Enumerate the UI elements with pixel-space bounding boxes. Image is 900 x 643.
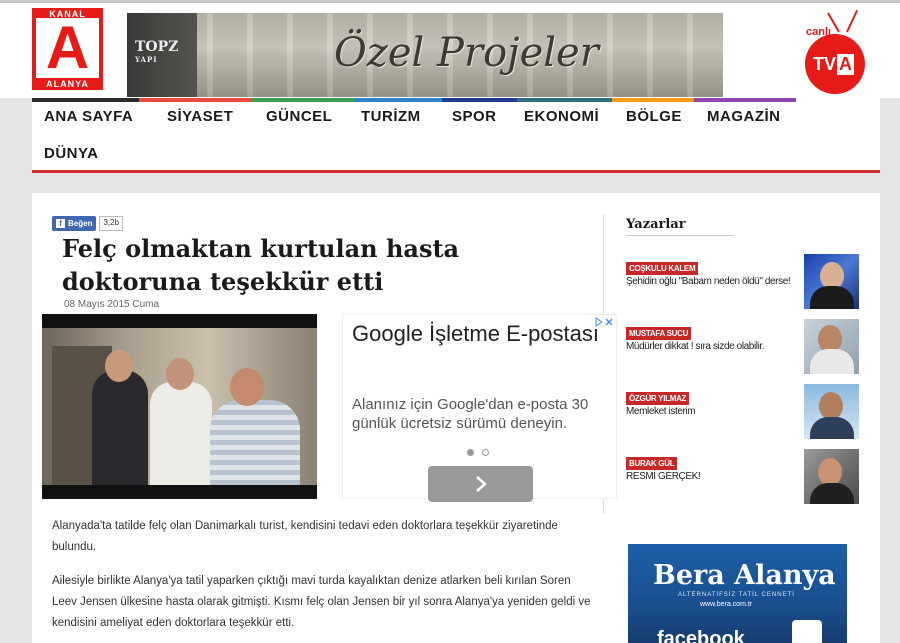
banner-title: Özel Projeler bbox=[334, 30, 599, 76]
like-label: Beğen bbox=[68, 219, 93, 228]
live-tv-logo[interactable]: canlı TV A bbox=[800, 8, 870, 96]
writer-avatar[interactable] bbox=[804, 254, 859, 309]
like-count: 3,2b bbox=[99, 216, 124, 231]
chevron-right-icon bbox=[475, 476, 487, 492]
writer-article-title[interactable]: RESMİ GERÇEK! bbox=[626, 471, 798, 482]
writer-article-title[interactable]: Memleket isterim bbox=[626, 406, 798, 417]
ad-dot-2[interactable] bbox=[482, 449, 489, 456]
nav-bar-guncel bbox=[251, 98, 354, 102]
nav-siyaset[interactable]: SİYASET bbox=[167, 108, 233, 125]
ad-next-button[interactable] bbox=[428, 466, 533, 502]
like-button[interactable]: f Beğen bbox=[52, 216, 97, 231]
writer-avatar[interactable] bbox=[804, 384, 859, 439]
writer-name[interactable]: BURAK GÜL bbox=[626, 457, 678, 470]
writer-item[interactable]: ÖZGÜR YILMAZ Memleket isterim bbox=[626, 384, 859, 439]
photo-person-left bbox=[92, 370, 148, 485]
nav-bar-bolge bbox=[612, 98, 694, 102]
photo-person-left-head bbox=[105, 350, 133, 382]
bera-name: Bera Alanya bbox=[653, 560, 836, 591]
article-paragraph-2: Ailesiyle birlikte Alanya'ya tatil yapar… bbox=[52, 575, 591, 629]
tv-label: TV A bbox=[813, 54, 855, 75]
nav-dunya[interactable]: DÜNYA bbox=[44, 145, 98, 162]
nav-bar-turizm bbox=[354, 98, 442, 102]
google-ad[interactable]: Google İşletme E-postası Alanınız için G… bbox=[342, 314, 617, 502]
photo-person-middle bbox=[150, 382, 212, 485]
writer-avatar[interactable] bbox=[804, 319, 859, 374]
banner-brand-top: TOPZ bbox=[135, 39, 179, 55]
writer-article-title[interactable]: Müdürler dikkat ! sıra sizde olabilir. bbox=[626, 341, 798, 352]
nav-turizm[interactable]: TURİZM bbox=[361, 108, 421, 125]
facebook-icon: f bbox=[56, 219, 65, 228]
facebook-like[interactable]: f Beğen 3,2b bbox=[52, 216, 124, 231]
bera-url: www.bera.com.tr bbox=[700, 601, 753, 608]
writer-avatar-body bbox=[810, 349, 854, 374]
writer-article-title[interactable]: Şehidin oğlu "Babam neden öldü" derse! bbox=[626, 276, 798, 287]
banner-brand-sub: YAPI bbox=[135, 55, 158, 64]
bera-facebook-text: facebook bbox=[657, 628, 745, 643]
antenna-right bbox=[846, 9, 859, 33]
nav-spor[interactable]: SPOR bbox=[452, 108, 497, 125]
writer-name[interactable]: MUSTAFA SUCU bbox=[626, 327, 692, 340]
ad-title[interactable]: Google İşletme E-postası bbox=[352, 319, 602, 349]
photo-person-right bbox=[210, 400, 300, 485]
ad-dot-1[interactable] bbox=[467, 449, 474, 456]
bera-tagline: ALTERNATİFSİZ TATİL CENNETİ bbox=[678, 592, 795, 598]
nav-bolge[interactable]: BÖLGE bbox=[626, 108, 682, 125]
nav-bar-spor bbox=[442, 98, 517, 102]
ozel-projeler-banner[interactable]: TOPZ YAPI Özel Projeler bbox=[127, 13, 723, 97]
nav-guncel[interactable]: GÜNCEL bbox=[266, 108, 332, 125]
writers-heading: Yazarlar bbox=[626, 217, 686, 232]
nav-bar-siyaset bbox=[139, 98, 251, 102]
writer-item[interactable]: BURAK GÜL RESMİ GERÇEK! bbox=[626, 449, 859, 504]
nav-ana-sayfa[interactable]: ANA SAYFA bbox=[44, 108, 133, 125]
nav-bar-magazin bbox=[694, 98, 796, 102]
writer-avatar-body bbox=[810, 417, 854, 439]
article-photo bbox=[42, 314, 317, 499]
nav-magazin[interactable]: MAGAZİN bbox=[707, 108, 781, 125]
writer-avatar[interactable] bbox=[804, 449, 859, 504]
nav-bar-ana-sayfa bbox=[32, 98, 139, 102]
article-date: 08 Mayıs 2015 Cuma bbox=[64, 299, 160, 310]
logo-bottom-text: ALANYA bbox=[46, 79, 89, 89]
writers-heading-line bbox=[626, 235, 734, 236]
tv-letter: A bbox=[837, 54, 855, 75]
writer-avatar-face bbox=[818, 458, 842, 486]
thumbs-up-icon bbox=[792, 620, 822, 643]
ad-description: Alanınız için Google'dan e-posta 30 günl… bbox=[352, 396, 589, 432]
logo-letter: A bbox=[36, 18, 99, 78]
main-nav: ANA SAYFA SİYASET GÜNCEL TURİZM SPOR EKO… bbox=[32, 98, 880, 173]
nav-bar-ekonomi bbox=[517, 98, 612, 102]
writer-item[interactable]: MUSTAFA SUCU Müdürler dikkat ! sıra sizd… bbox=[626, 319, 859, 374]
article-headline: Felç olmaktan kurtulan hasta doktoruna t… bbox=[62, 234, 460, 296]
photo-scene bbox=[42, 328, 317, 485]
article-paragraph-1: Alanyada'ta tatilde felç olan Danimarkal… bbox=[52, 520, 558, 553]
photo-person-middle-head bbox=[166, 358, 194, 390]
nav-ekonomi[interactable]: EKONOMİ bbox=[524, 108, 599, 125]
site-logo[interactable]: KANAL A ALANYA bbox=[32, 8, 103, 90]
bera-alanya-ad[interactable]: Bera Alanya ALTERNATİFSİZ TATİL CENNETİ … bbox=[628, 544, 847, 643]
writer-avatar-face bbox=[819, 392, 843, 420]
writer-item[interactable]: COŞKULU KALEM Şehidin oğlu "Babam neden … bbox=[626, 254, 859, 309]
banner-brand: TOPZ YAPI bbox=[135, 39, 178, 64]
photo-person-right-head bbox=[230, 368, 264, 406]
ad-carousel-dots bbox=[467, 449, 489, 456]
writer-name[interactable]: ÖZGÜR YILMAZ bbox=[626, 392, 690, 405]
writer-avatar-body bbox=[810, 286, 854, 309]
writer-name[interactable]: COŞKULU KALEM bbox=[626, 262, 699, 275]
tv-text: TV bbox=[813, 54, 837, 74]
writer-avatar-body bbox=[810, 483, 854, 504]
